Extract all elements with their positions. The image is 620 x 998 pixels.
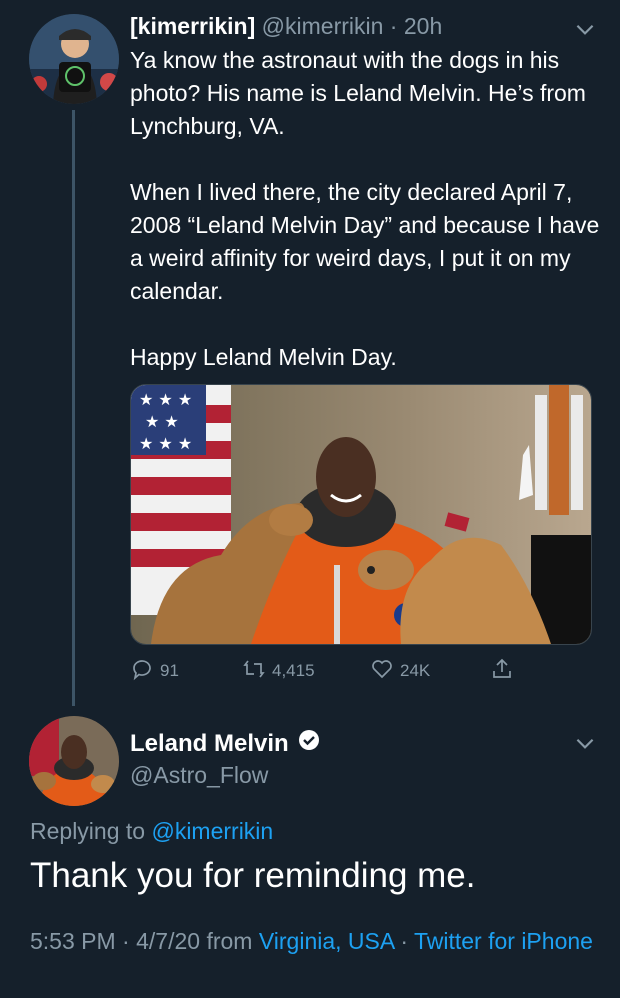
tweet1-paragraph: Happy Leland Melvin Day. — [130, 344, 397, 370]
like-count: 24K — [400, 661, 431, 680]
share-icon — [490, 657, 514, 686]
tweet2-meta: 5:53 PM · 4/7/20 from Virginia, USA · Tw… — [30, 924, 600, 958]
tweet1-action-bar: 91 4,415 24K — [130, 654, 530, 688]
replying-to-line: Replying to @kimerrikin — [30, 818, 273, 845]
chevron-down-icon[interactable] — [572, 16, 598, 42]
tweet1-photo[interactable]: ★ ★ ★ ★ ★ ★ ★ ★ — [130, 384, 592, 645]
retweet-button[interactable]: 4,415 — [242, 654, 315, 688]
tweet1-text: Ya know the astronaut with the dogs in h… — [130, 44, 600, 374]
tweet1-separator: · — [383, 13, 404, 39]
tweet2-handle[interactable]: @Astro_Flow — [130, 762, 268, 789]
tweet2-display-name[interactable]: Leland Melvin — [130, 730, 289, 758]
tweet1-paragraph: When I lived there, the city declared Ap… — [130, 179, 600, 304]
tweet2-date[interactable]: 4/7/20 — [136, 928, 200, 954]
replying-to-handle-link[interactable]: @kimerrikin — [151, 818, 273, 844]
meta-from: from — [200, 928, 259, 954]
tweet2-text: Thank you for reminding me. — [30, 856, 476, 895]
tweet1-display-name[interactable]: [kimerrikin] — [130, 13, 255, 39]
svg-text:★ ★ ★: ★ ★ ★ — [139, 434, 192, 453]
reply-icon — [130, 657, 154, 686]
tweet2-location-link[interactable]: Virginia, USA — [259, 928, 394, 954]
replying-to-label: Replying to — [30, 818, 152, 844]
meta-separator: · — [393, 928, 414, 954]
astro-flow-avatar[interactable] — [29, 716, 119, 806]
like-button[interactable]: 24K — [370, 654, 430, 688]
chevron-down-icon[interactable] — [572, 730, 598, 756]
tweet1-time[interactable]: 20h — [404, 13, 442, 39]
thread-connector-line — [72, 110, 75, 706]
retweet-count: 4,415 — [272, 661, 315, 680]
retweet-icon — [242, 657, 266, 686]
kimerrikin-avatar[interactable] — [29, 14, 119, 104]
svg-text:★ ★: ★ ★ — [145, 412, 179, 431]
meta-separator: · — [115, 928, 137, 954]
tweet2-source-link[interactable]: Twitter for iPhone — [414, 928, 593, 954]
like-icon — [370, 657, 394, 686]
share-button[interactable] — [490, 654, 514, 688]
verified-icon — [297, 728, 321, 759]
reply-button[interactable]: 91 — [130, 654, 179, 688]
tweet1-handle[interactable]: @kimerrikin — [262, 13, 384, 39]
reply-count: 91 — [160, 661, 179, 680]
tweet1-paragraph: Ya know the astronaut with the dogs in h… — [130, 47, 586, 139]
tweet2-display-name-row: Leland Melvin — [130, 728, 321, 759]
svg-text:★ ★ ★: ★ ★ ★ — [139, 390, 192, 409]
tweet1-header: [kimerrikin] @kimerrikin · 20h — [130, 13, 442, 40]
tweet2-time[interactable]: 5:53 PM — [30, 928, 116, 954]
